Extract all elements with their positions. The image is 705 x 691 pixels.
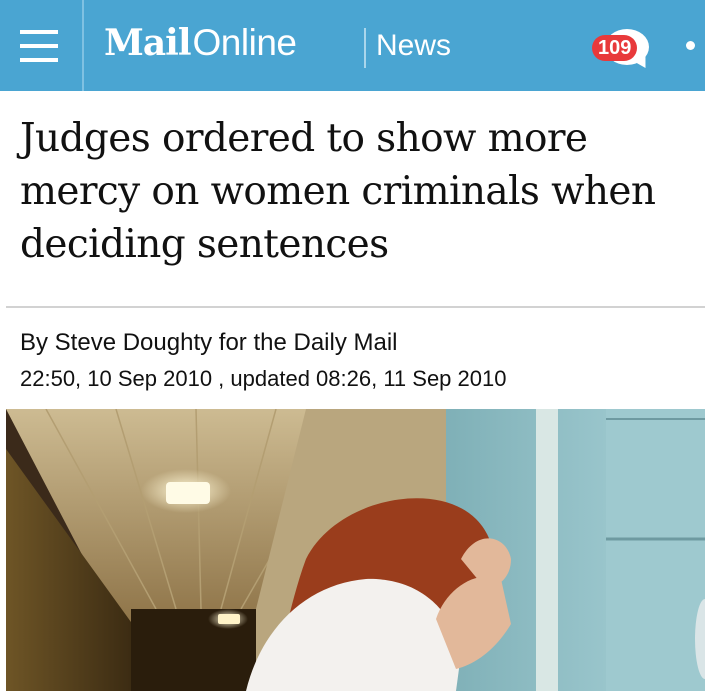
site-logo[interactable]: MailOnline [104,22,297,68]
divider-rule [6,306,705,308]
updated-time: 08:26, 11 Sep 2010 [316,366,507,391]
more-icon[interactable] [686,41,695,50]
section-link-news[interactable]: News [376,29,451,63]
comment-count-badge: 109 [592,35,638,61]
article-photo[interactable] [6,409,705,691]
section-divider [364,28,366,68]
menu-icon [20,28,58,64]
prison-corridor-image [6,409,705,691]
article-byline: By Steve Doughty for the Daily Mail [20,329,398,356]
top-bar: MailOnline News 109 [0,0,705,91]
updated-prefix: , updated [212,366,317,391]
published-time: 22:50, 10 Sep 2010 [20,366,213,391]
article-headline: Judges ordered to show more mercy on wom… [20,116,656,267]
divider [82,0,84,91]
article-timestamp: 22:50, 10 Sep 2010 , updated 08:26, 11 S… [20,366,506,392]
comments-button[interactable]: 109 [592,29,668,73]
logo-mail-text: Mail [104,22,192,64]
logo-online-text: Online [192,22,297,63]
menu-button[interactable] [0,0,84,91]
